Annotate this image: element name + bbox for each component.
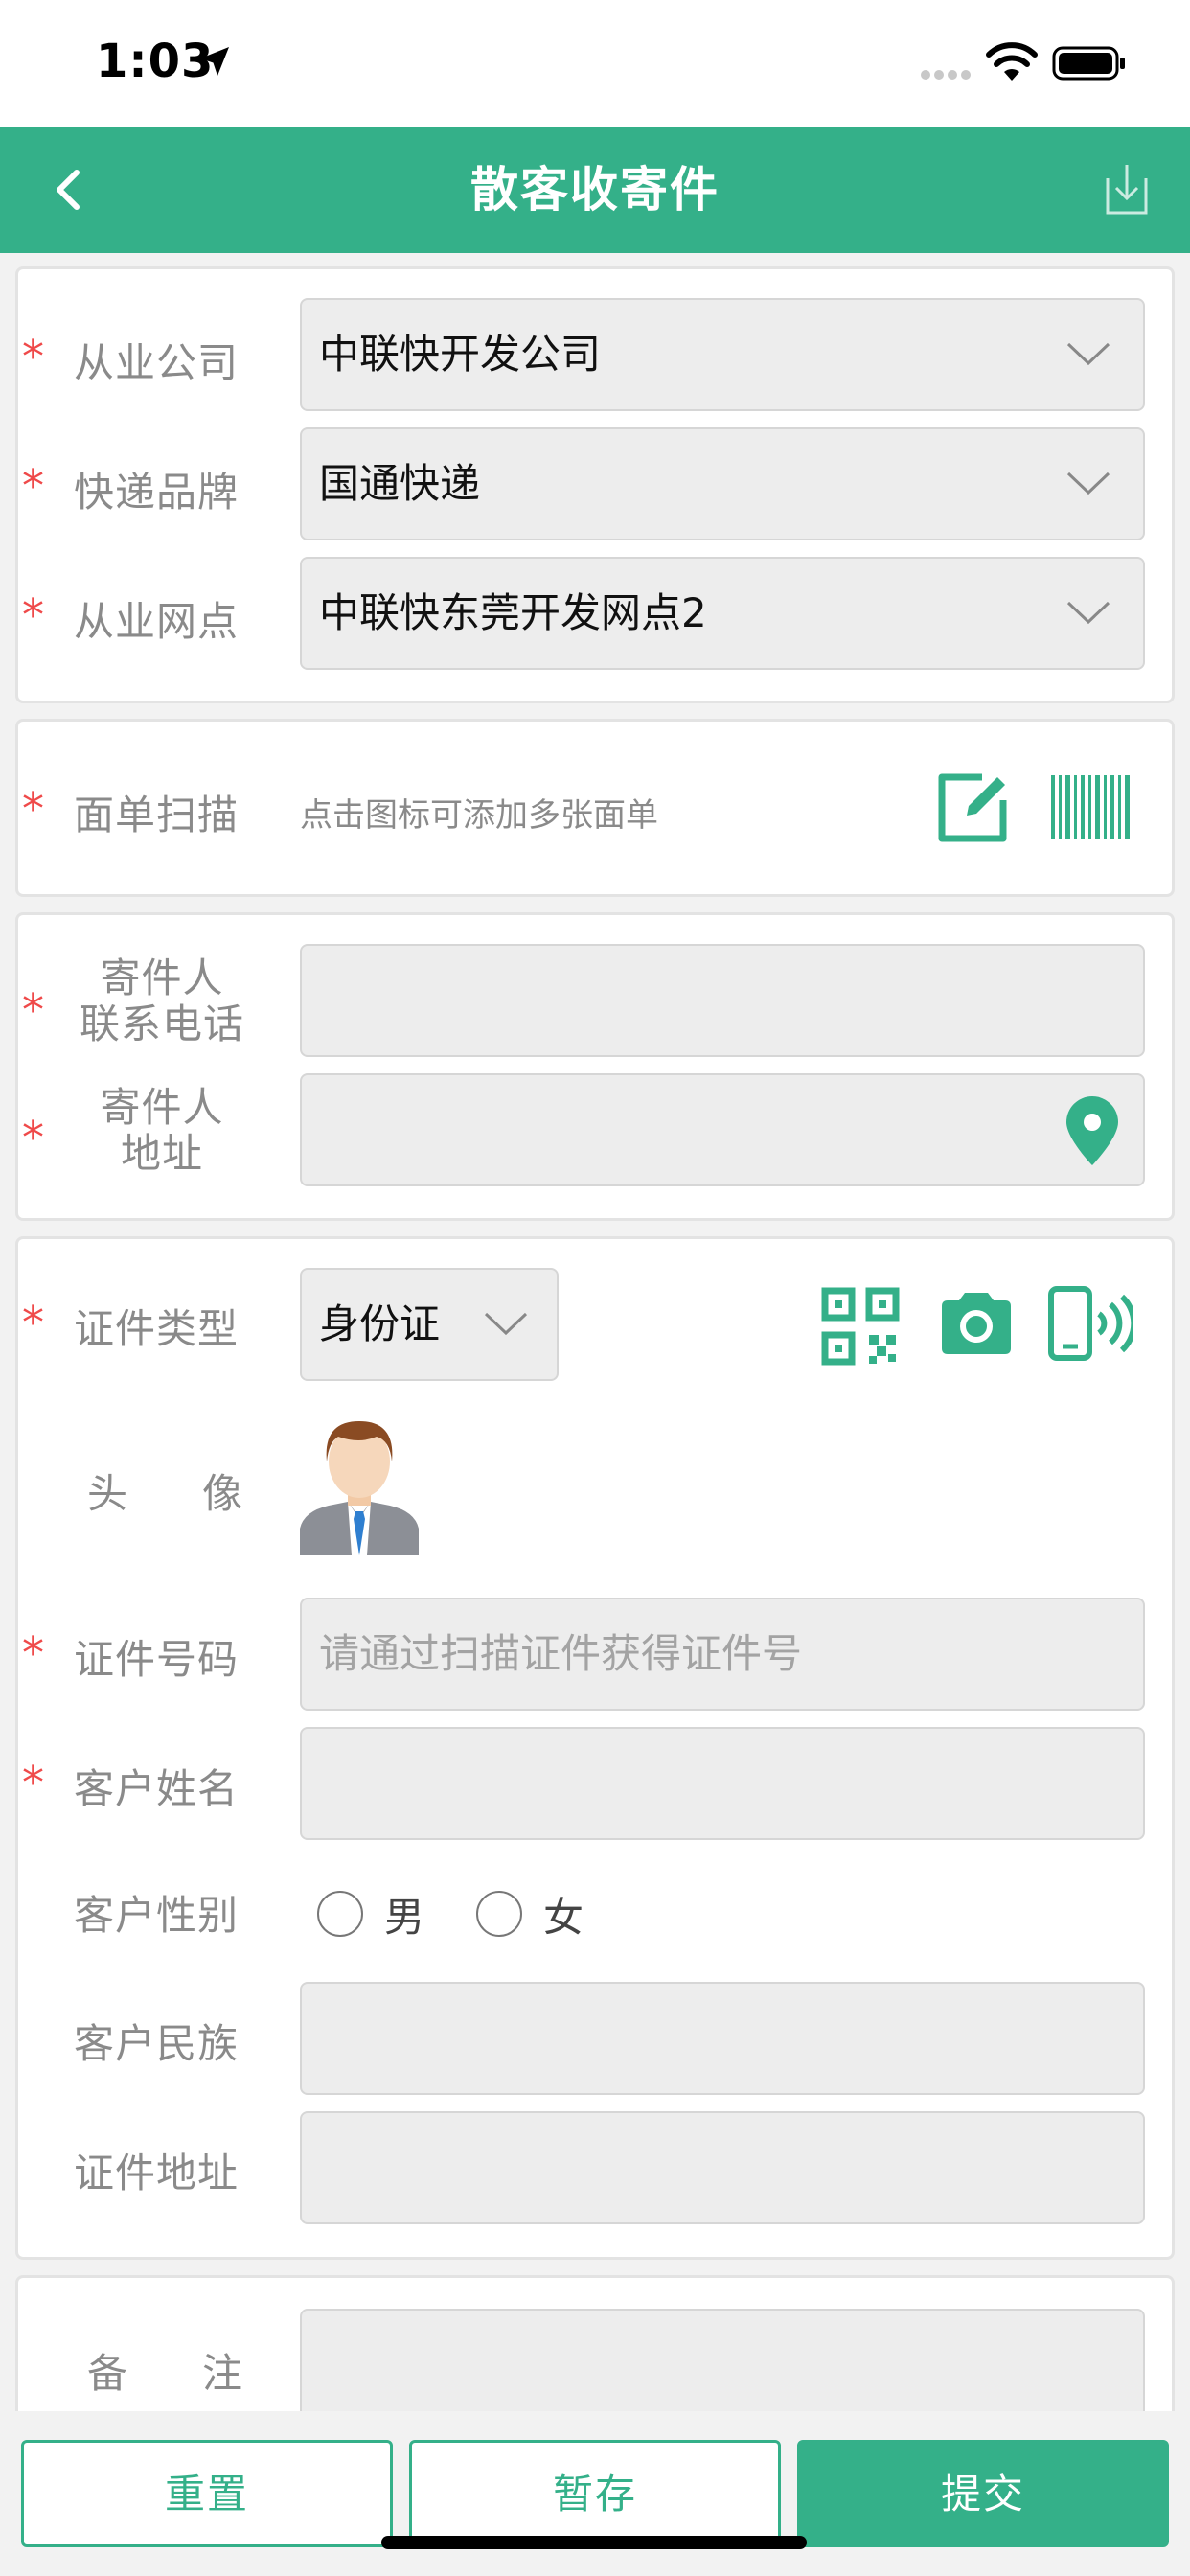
scan-label: 面单扫描 [74,792,240,839]
required-mark: * [22,1627,44,1679]
required-mark: * [22,1757,44,1808]
outlet-value: 中联快东莞开发网点2 [319,589,707,636]
id-type-value: 身份证 [319,1300,441,1347]
barcode-icon[interactable] [1049,773,1133,840]
outlet-label: 从业网点 [74,598,240,645]
ethnicity-label: 客户民族 [74,2020,240,2067]
required-mark: * [22,1112,44,1163]
id-type-select[interactable]: 身份证 [300,1268,559,1381]
required-mark: * [22,783,44,835]
wifi-icon [986,42,1038,80]
company-select[interactable]: 中联快开发公司 [300,298,1145,411]
home-indicator[interactable] [381,2536,807,2549]
location-arrow-icon [200,47,229,76]
gender-male-label: 男 [384,1894,425,1941]
customer-name-label: 客户姓名 [74,1765,240,1812]
remark-label-2: 注 [202,2350,244,2397]
sender-address-label-line1: 寄件人 [100,1084,224,1131]
outlet-select[interactable]: 中联快东莞开发网点2 [300,557,1145,670]
customer-name-input[interactable] [300,1727,1145,1840]
gender-male-radio[interactable] [317,1891,363,1937]
camera-icon[interactable] [936,1289,1017,1358]
brand-value: 国通快递 [319,460,481,507]
sender-phone-label-line2: 联系电话 [79,1000,244,1047]
sender-phone-input[interactable] [300,944,1145,1057]
company-label: 从业公司 [74,339,240,386]
location-pin-icon[interactable] [1063,1096,1122,1167]
sender-phone-label: 寄件人 联系电话 [76,955,248,1047]
gender-female-radio[interactable] [476,1891,522,1937]
back-icon[interactable] [42,159,100,220]
id-number-label: 证件号码 [74,1636,240,1683]
remark-input[interactable] [300,2309,1145,2422]
gender-female-label: 女 [543,1894,584,1941]
chevron-down-icon [1066,472,1110,495]
chevron-down-icon [1066,601,1110,625]
page-title: 散客收寄件 [470,162,720,218]
id-address-input[interactable] [300,2111,1145,2224]
scan-card: * 面单扫描 点击图标可添加多张面单 [15,719,1175,897]
avatar-label-2: 像 [202,1470,244,1517]
signal-dots-icon [921,70,971,80]
battery-icon [1052,46,1125,80]
id-number-placeholder: 请通过扫描证件获得证件号 [319,1630,803,1677]
chevron-down-icon [1066,342,1110,366]
qr-code-icon[interactable] [821,1287,900,1366]
gender-label: 客户性别 [74,1892,240,1939]
bottom-action-bar: 重置 暂存 提交 [0,2411,1190,2576]
company-card: * 从业公司 中联快开发公司 * 快递品牌 国通快递 * 从业网点 中联快东莞开… [15,266,1175,703]
avatar [300,1412,419,1555]
ethnicity-input[interactable] [300,1982,1145,2095]
id-card: * 证件类型 身份证 头 像 * 证件号码 请通过扫描证件获得证件号 * 客户姓… [15,1236,1175,2260]
brand-select[interactable]: 国通快递 [300,427,1145,540]
brand-label: 快递品牌 [74,469,240,516]
submit-button[interactable]: 提交 [797,2440,1169,2547]
reset-button[interactable]: 重置 [21,2440,393,2547]
sender-address-label-line2: 地址 [120,1130,203,1177]
required-mark: * [22,589,44,641]
company-value: 中联快开发公司 [319,331,602,378]
sender-address-label: 寄件人 地址 [76,1085,248,1177]
required-mark: * [22,984,44,1036]
nfc-phone-icon[interactable] [1045,1285,1133,1362]
status-bar: 1:03 [0,0,1190,126]
nav-bar: 散客收寄件 [0,126,1190,253]
id-address-label: 证件地址 [74,2150,240,2196]
edit-icon[interactable] [934,770,1011,844]
remark-label-1: 备 [87,2350,129,2397]
status-time: 1:03 [96,34,215,88]
id-number-input[interactable]: 请通过扫描证件获得证件号 [300,1598,1145,1711]
required-mark: * [22,331,44,382]
required-mark: * [22,460,44,512]
avatar-label-1: 头 [87,1470,129,1517]
sender-address-input[interactable] [300,1073,1145,1186]
download-icon[interactable] [1102,159,1152,218]
save-draft-button[interactable]: 暂存 [409,2440,781,2547]
id-type-label: 证件类型 [74,1305,240,1352]
sender-card: * 寄件人 联系电话 * 寄件人 地址 [15,912,1175,1221]
scan-hint: 点击图标可添加多张面单 [300,796,658,835]
required-mark: * [22,1297,44,1348]
sender-phone-label-line1: 寄件人 [100,954,224,1001]
chevron-down-icon [484,1312,528,1336]
